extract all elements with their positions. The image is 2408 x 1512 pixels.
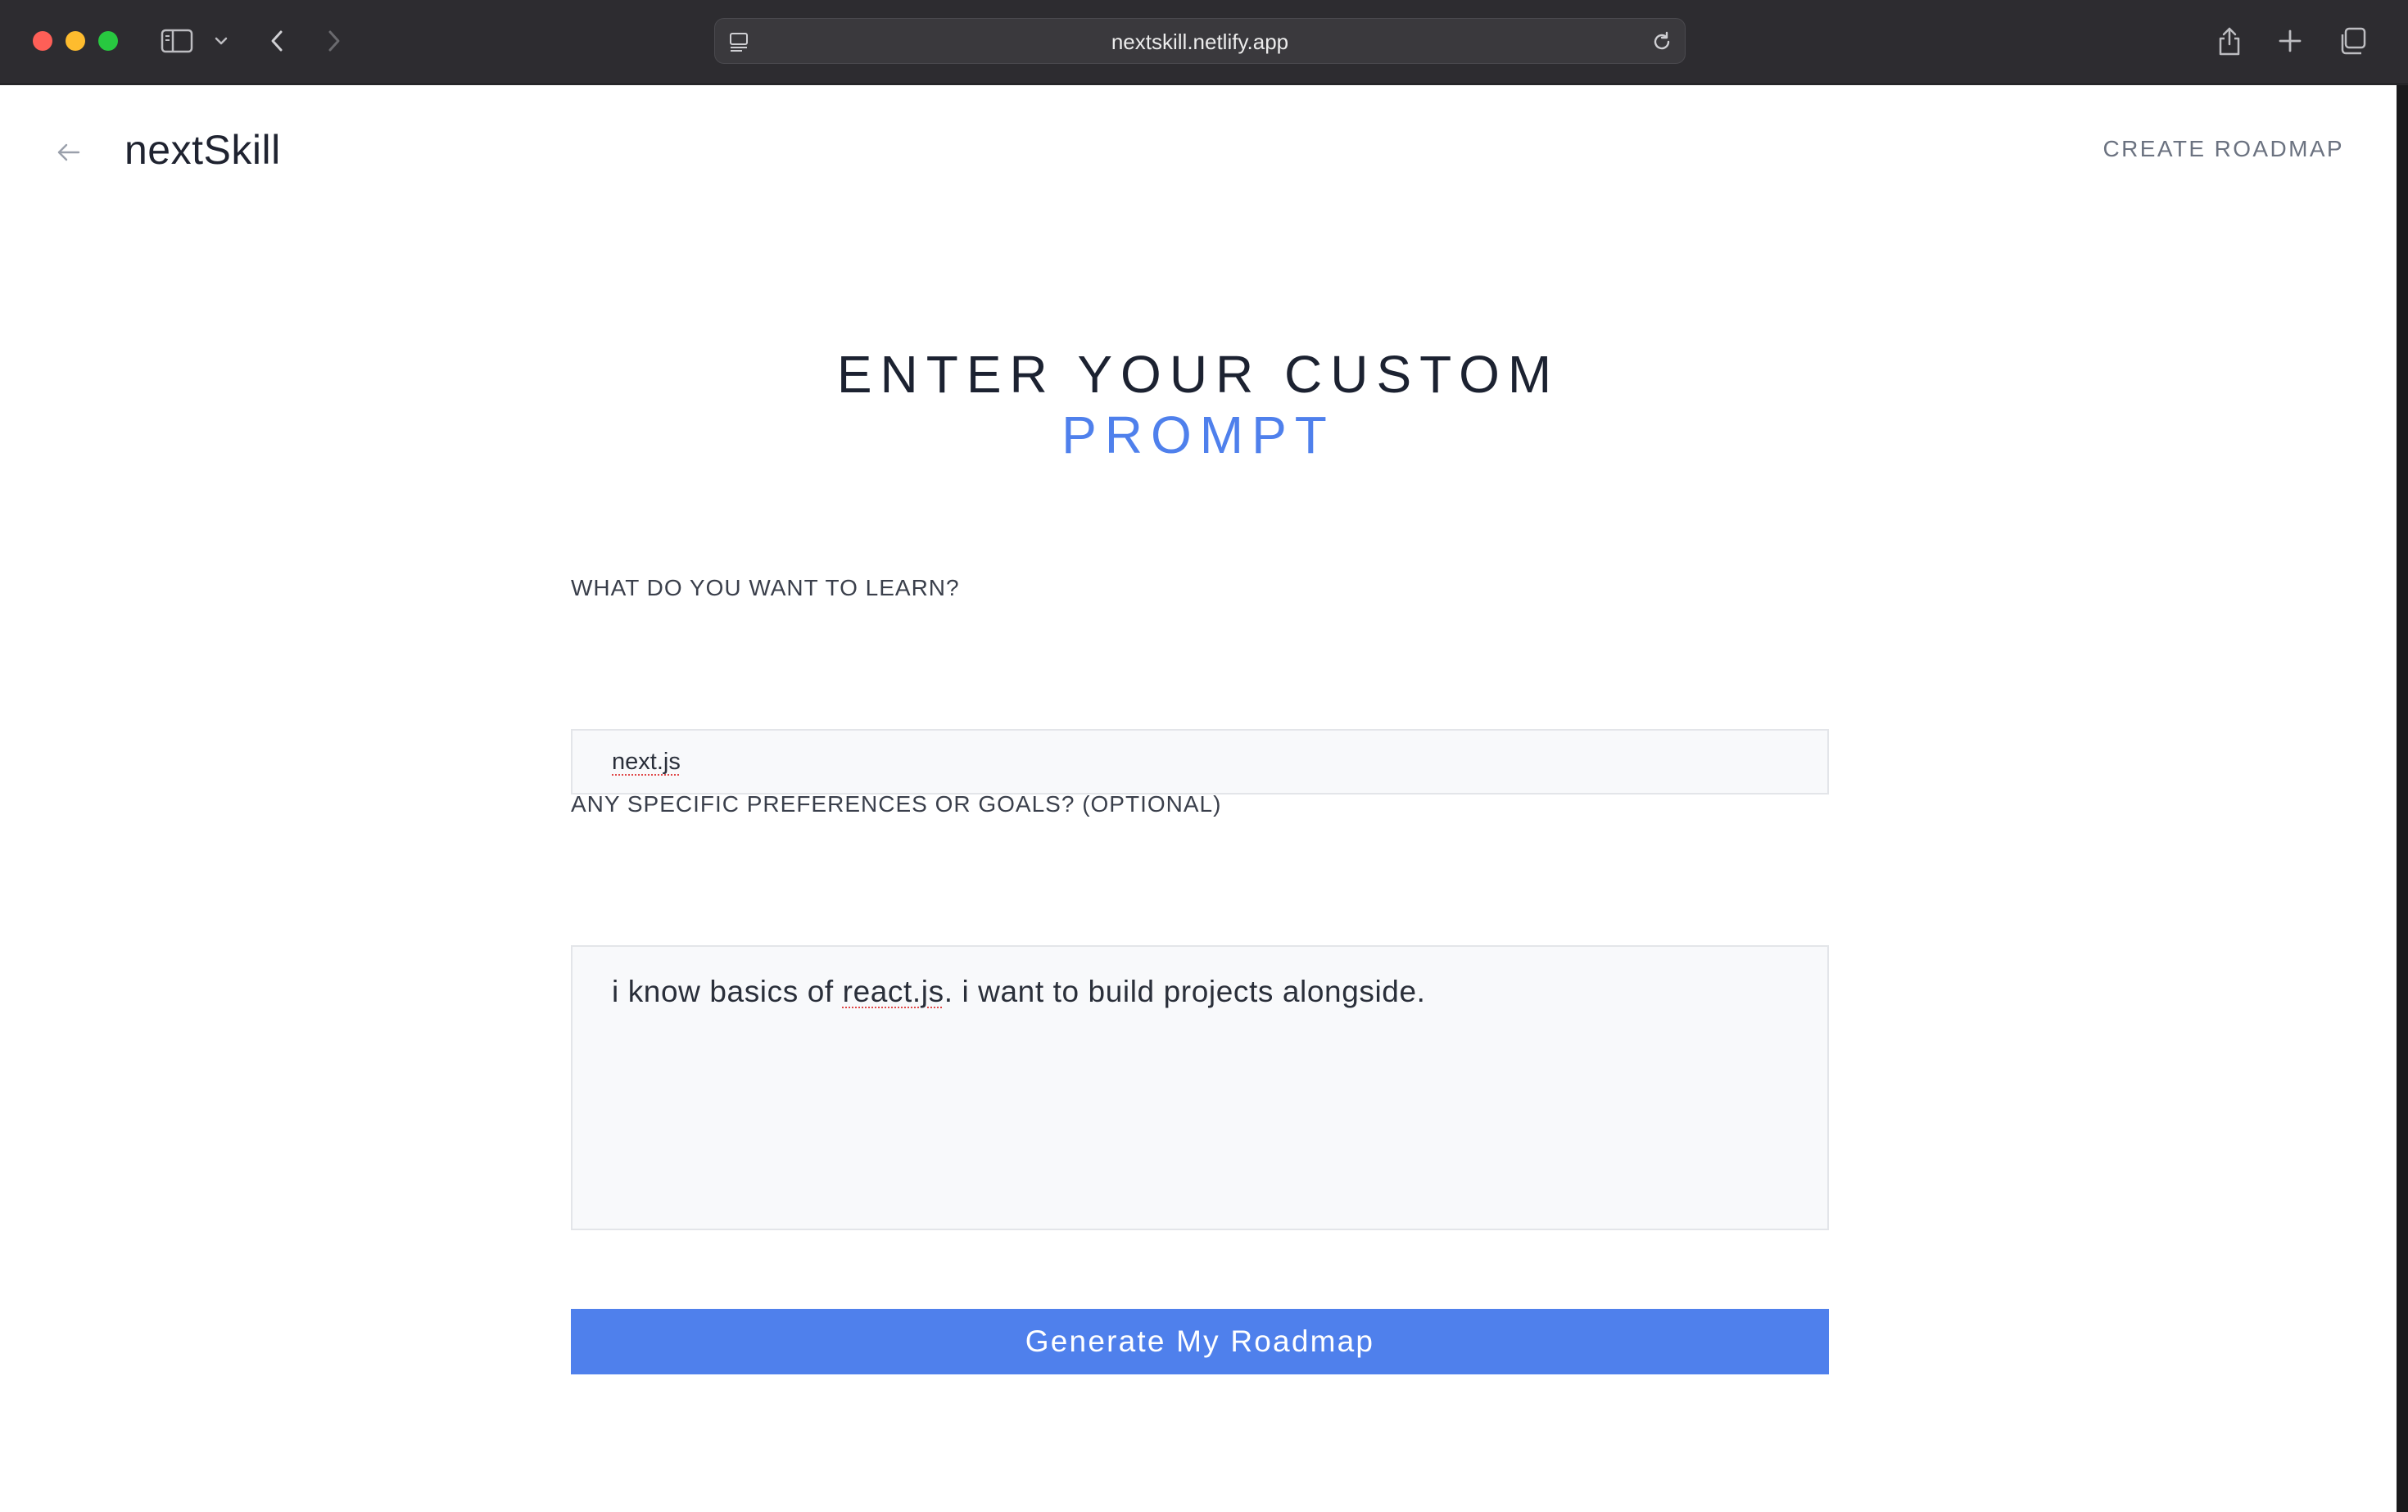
learn-input[interactable]: next.js xyxy=(571,729,1829,794)
tab-overview-icon[interactable] xyxy=(2334,21,2370,61)
goals-field-label: ANY SPECIFIC PREFERENCES OR GOALS? (OPTI… xyxy=(571,791,1222,817)
reload-icon[interactable] xyxy=(1650,30,1673,53)
share-icon[interactable] xyxy=(2213,21,2246,61)
goals-text-end: . i want to build projects alongside. xyxy=(944,975,1426,1008)
new-tab-icon[interactable] xyxy=(2274,21,2306,61)
goals-text-misspelled: react.js xyxy=(842,975,944,1008)
goals-text-start: i know basics of xyxy=(612,975,843,1008)
page-title-accent: PROMPT xyxy=(1061,405,1335,464)
browser-back-icon[interactable] xyxy=(262,21,292,61)
page-viewport: nextSkill CREATE ROADMAP ENTER YOUR CUST… xyxy=(0,85,2397,1512)
back-arrow-icon[interactable] xyxy=(52,136,85,169)
goals-textarea[interactable]: i know basics of react.js. i want to bui… xyxy=(571,945,1829,1230)
url-text: nextskill.netlify.app xyxy=(1111,29,1289,54)
learn-input-value: next.js xyxy=(612,749,681,775)
zoom-window-button[interactable] xyxy=(98,31,118,51)
chevron-down-icon[interactable] xyxy=(211,21,231,61)
close-window-button[interactable] xyxy=(33,31,52,51)
browser-toolbar: nextskill.netlify.app xyxy=(0,0,2408,84)
learn-field-label: WHAT DO YOU WANT TO LEARN? xyxy=(571,575,960,600)
browser-forward-icon[interactable] xyxy=(319,21,349,61)
brand-logo-text[interactable]: nextSkill xyxy=(124,126,281,174)
window-edge xyxy=(2397,85,2408,1512)
create-roadmap-link[interactable]: CREATE ROADMAP xyxy=(2103,136,2344,162)
minimize-window-button[interactable] xyxy=(66,31,85,51)
sidebar-toggle-icon[interactable] xyxy=(159,21,195,61)
address-bar[interactable]: nextskill.netlify.app xyxy=(714,18,1686,64)
generate-roadmap-button[interactable]: Generate My Roadmap xyxy=(571,1309,1829,1374)
page-title: ENTER YOUR CUSTOM xyxy=(836,345,1560,404)
